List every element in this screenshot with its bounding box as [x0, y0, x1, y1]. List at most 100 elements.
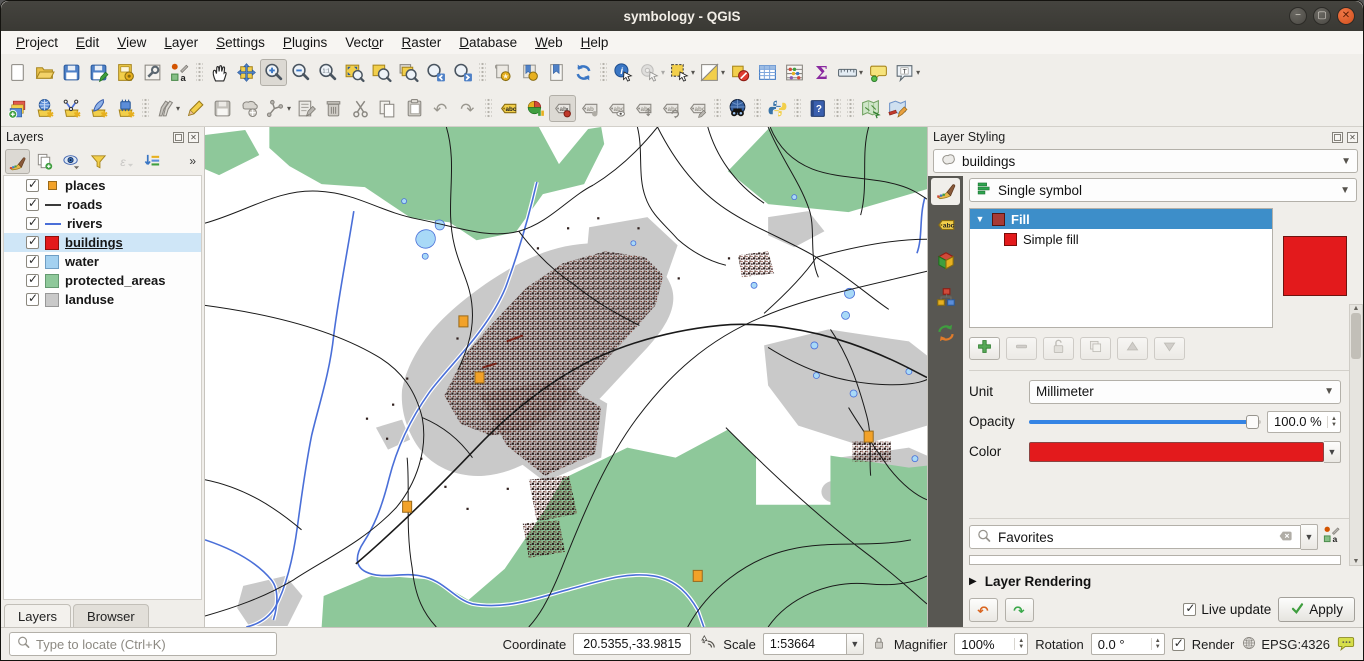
expand-collapse-all-button[interactable] [140, 149, 165, 174]
opacity-slider[interactable] [1029, 411, 1261, 433]
select-by-value-button[interactable]: ▾ [697, 59, 727, 86]
duplicate-symbol-layer-button[interactable] [1080, 337, 1111, 360]
undo-style-button[interactable]: ↶ [969, 598, 998, 622]
layer-row-water[interactable]: water [4, 252, 201, 271]
symbol-tree-simple-fill-row[interactable]: Simple fill [970, 229, 1272, 249]
menu-settings[interactable]: Settings [207, 33, 274, 52]
new-geopackage-layer-button[interactable] [31, 95, 58, 122]
menu-raster[interactable]: Raster [393, 33, 451, 52]
open-attribute-table-button[interactable] [754, 59, 781, 86]
layer-visibility-checkbox[interactable] [26, 255, 39, 268]
tab-layers[interactable]: Layers [4, 604, 71, 627]
menu-layer[interactable]: Layer [155, 33, 207, 52]
show-bookmarks-button[interactable] [543, 59, 570, 86]
zoom-out-button[interactable] [287, 59, 314, 86]
menu-help[interactable]: Help [572, 33, 618, 52]
styling-layer-select[interactable]: buildings ▼ [933, 149, 1358, 173]
zoom-in-button[interactable] [260, 59, 287, 86]
move-up-button[interactable] [1117, 337, 1148, 360]
new-virtual-layer-button[interactable] [112, 95, 139, 122]
copy-features-button[interactable] [374, 95, 401, 122]
toggle-editing-button[interactable] [182, 95, 209, 122]
rotation-spinbox[interactable]: 0.0 ° ▲▼ [1091, 633, 1165, 655]
move-down-button[interactable] [1154, 337, 1185, 360]
highlight-pinned-labels-button[interactable]: ab [576, 95, 603, 122]
zoom-next-button[interactable] [449, 59, 476, 86]
zoom-full-button[interactable] [341, 59, 368, 86]
rotate-label-button[interactable]: abc [657, 95, 684, 122]
new-project-button[interactable] [4, 59, 31, 86]
show-layout-manager-button[interactable] [139, 59, 166, 86]
menu-plugins[interactable]: Plugins [274, 33, 336, 52]
scale-value[interactable]: 1:53664 [763, 633, 847, 655]
diagrams-tab-button[interactable] [931, 286, 960, 313]
new-shapefile-layer-button[interactable] [58, 95, 85, 122]
text-annotation-button[interactable]: T▾ [892, 59, 922, 86]
save-project-button[interactable] [58, 59, 85, 86]
new-spatialite-layer-button[interactable] [85, 95, 112, 122]
magnifier-spinbox[interactable]: 100% ▲▼ [954, 633, 1028, 655]
vertex-tool-button[interactable]: ▾ [263, 95, 293, 122]
zoom-to-selection-button[interactable] [368, 59, 395, 86]
plugin-map-tools-button[interactable] [884, 95, 911, 122]
toolbar-overflow-button[interactable]: » [185, 154, 200, 168]
open-layer-styling-button[interactable] [5, 149, 30, 174]
crs-globe-icon[interactable] [1241, 635, 1257, 654]
map-tips-button[interactable] [865, 59, 892, 86]
history-tab-button[interactable] [931, 322, 960, 349]
spin-arrows-icon[interactable]: ▲▼ [1327, 416, 1340, 428]
layer-visibility-checkbox[interactable] [26, 179, 39, 192]
plugin-map-button[interactable] [857, 95, 884, 122]
run-feature-action-button[interactable]: ▾ [637, 59, 667, 86]
open-data-source-manager-button[interactable] [4, 95, 31, 122]
refresh-map-button[interactable] [570, 59, 597, 86]
layer-visibility-checkbox[interactable] [26, 217, 39, 230]
locator-input[interactable] [36, 637, 270, 652]
style-manager-button[interactable]: a [166, 59, 193, 86]
apply-button[interactable]: Apply [1278, 597, 1355, 622]
menu-edit[interactable]: Edit [67, 33, 108, 52]
close-button[interactable]: ✕ [1337, 7, 1355, 25]
layer-visibility-checkbox[interactable] [26, 198, 39, 211]
new-print-layout-button[interactable] [112, 59, 139, 86]
panel-float-icon[interactable] [1332, 132, 1343, 143]
map-canvas[interactable] [205, 127, 927, 627]
layer-row-rivers[interactable]: rivers [4, 214, 201, 233]
3d-view-tab-button[interactable] [931, 250, 960, 277]
manage-map-themes-button[interactable] [59, 149, 84, 174]
modify-attributes-button[interactable] [293, 95, 320, 122]
slider-handle[interactable] [1246, 415, 1259, 429]
redo-button[interactable]: ↷ [455, 95, 482, 122]
menu-web[interactable]: Web [526, 33, 572, 52]
messages-icon[interactable] [1337, 634, 1355, 655]
open-field-calculator-button[interactable] [781, 59, 808, 86]
pan-map-button[interactable] [206, 59, 233, 86]
panel-close-icon[interactable]: ✕ [1347, 132, 1358, 143]
layer-row-protected_areas[interactable]: protected_areas [4, 271, 201, 290]
move-label-button[interactable]: abc [630, 95, 657, 122]
lock-icon[interactable] [871, 635, 887, 654]
add-group-button[interactable] [32, 149, 57, 174]
open-project-button[interactable] [31, 59, 58, 86]
maximize-button[interactable]: ▢ [1313, 7, 1331, 25]
panel-close-icon[interactable]: ✕ [188, 132, 199, 143]
paste-features-button[interactable] [401, 95, 428, 122]
layer-visibility-checkbox[interactable] [26, 274, 39, 287]
filter-legend-button[interactable] [86, 149, 111, 174]
titlebar[interactable]: symbology - QGIS − ▢ ✕ [1, 1, 1363, 31]
metasearch-button[interactable] [724, 95, 751, 122]
tab-browser[interactable]: Browser [73, 604, 149, 627]
render-checkbox[interactable] [1172, 638, 1185, 651]
scale-combo[interactable]: 1:53664 ▼ [763, 633, 864, 655]
live-update-checkbox[interactable]: Live update [1183, 602, 1271, 617]
cut-features-button[interactable] [347, 95, 374, 122]
save-project-as-button[interactable] [85, 59, 112, 86]
layer-visibility-checkbox[interactable] [26, 293, 39, 306]
current-edits-button[interactable]: ▾ [152, 95, 182, 122]
toggle-label-visibility-button[interactable]: abc [603, 95, 630, 122]
zoom-native-button[interactable]: 1:1 [314, 59, 341, 86]
select-features-button[interactable]: ▾ [667, 59, 697, 86]
minimize-button[interactable]: − [1289, 7, 1307, 25]
layer-visibility-checkbox[interactable] [26, 236, 39, 249]
layer-row-landuse[interactable]: landuse [4, 290, 201, 309]
